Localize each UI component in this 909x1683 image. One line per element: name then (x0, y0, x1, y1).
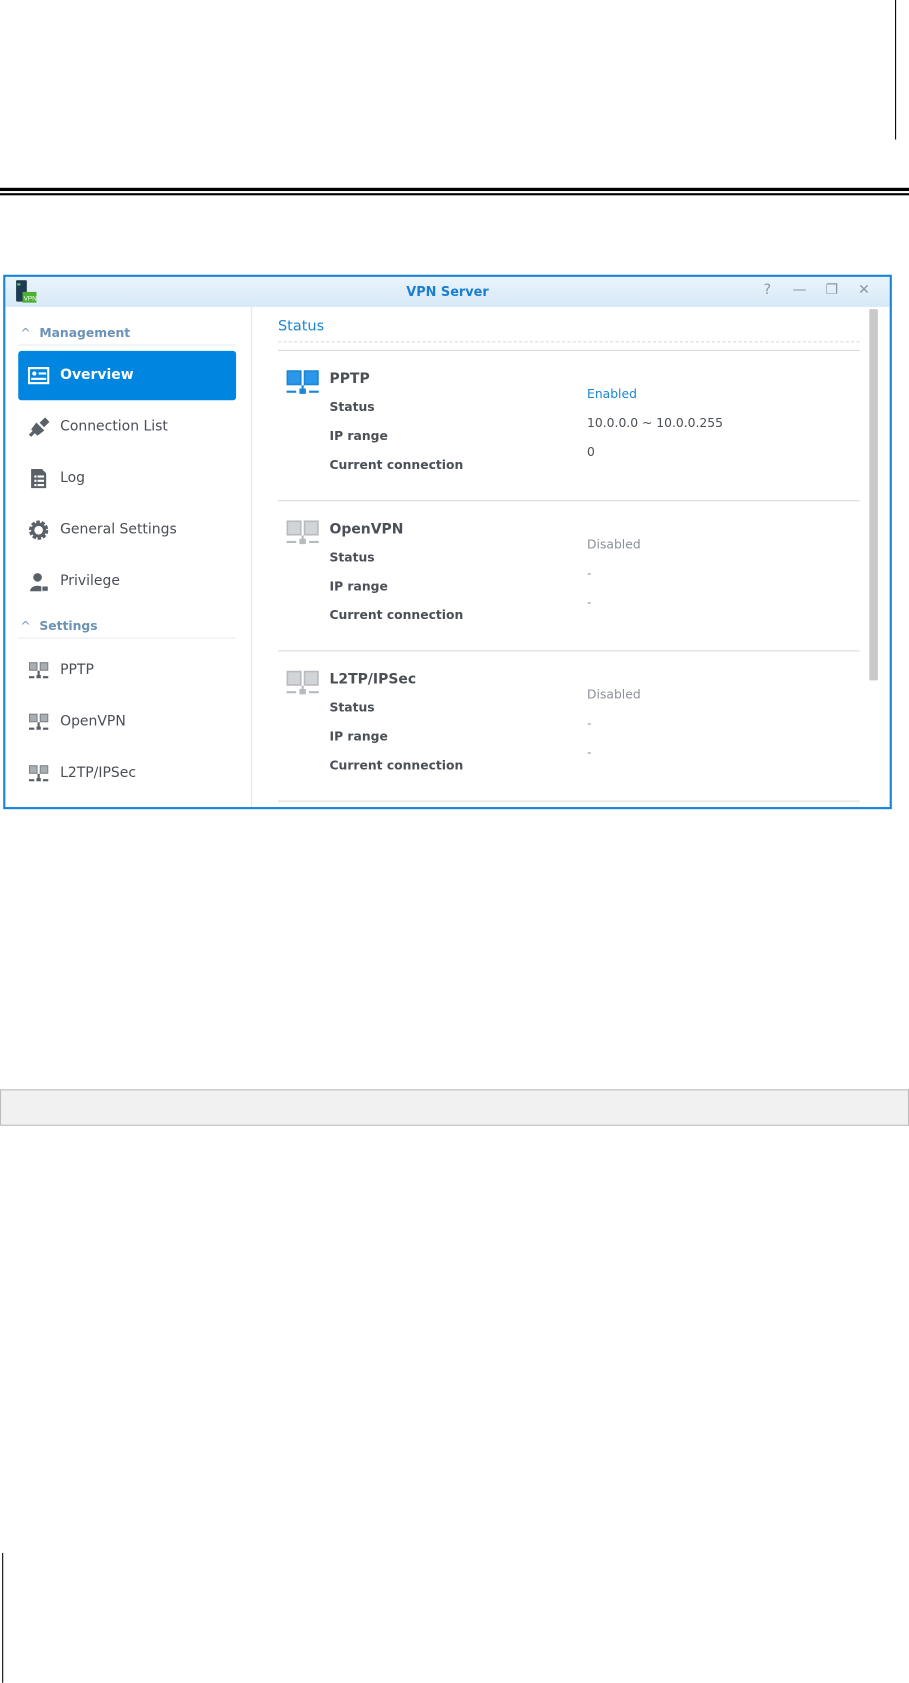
sidebar-item-label: General Settings (60, 521, 177, 538)
status-label: Status (329, 399, 375, 415)
current-connection-value: - (587, 594, 592, 610)
network-icon (286, 520, 319, 545)
chevron-up-icon: ^ (20, 325, 31, 341)
sidebar-item-general-settings[interactable]: General Settings (18, 505, 236, 554)
sidebar: ^ Management Overview Connection List Log… (5, 306, 253, 808)
divider (277, 341, 860, 343)
status-label: Status (329, 549, 375, 565)
divider (18, 344, 237, 346)
log-icon (31, 468, 47, 489)
ip-range-value: - (587, 715, 592, 731)
title-bar[interactable]: VPN VPN Server ? — ❐ ✕ (5, 276, 890, 307)
sidebar-item-label: Log (60, 470, 86, 487)
header-rule (0, 187, 909, 192)
gear-icon (28, 520, 49, 540)
network-icon (286, 670, 319, 695)
maximize-button[interactable]: ❐ (823, 282, 840, 298)
user-lock-icon (30, 573, 49, 592)
status-panel: Status PPTP Status IP range Current conn… (252, 307, 889, 807)
ip-range-label: IP range (329, 728, 388, 744)
sidebar-item-label: Connection List (60, 418, 168, 435)
sidebar-item-label: L2TP/IPSec (60, 765, 137, 782)
status-value: Disabled (587, 536, 641, 552)
sidebar-item-l2tp-ipsec[interactable]: L2TP/IPSec (18, 749, 236, 798)
current-connection-label: Current connection (329, 757, 464, 773)
section-management-header[interactable]: ^ Management (20, 325, 130, 340)
sidebar-item-privilege[interactable]: Privilege (18, 557, 236, 606)
ip-range-label: IP range (329, 428, 388, 444)
help-button[interactable]: ? (759, 282, 776, 298)
plug-icon (28, 417, 50, 437)
divider (277, 650, 860, 652)
section-label: Settings (39, 618, 98, 634)
divider (277, 500, 860, 502)
current-connection-value: - (587, 744, 592, 760)
status-value: Disabled (587, 686, 641, 702)
sidebar-item-label: PPTP (60, 662, 94, 679)
section-settings-header[interactable]: ^ Settings (20, 618, 97, 633)
current-connection-label: Current connection (329, 457, 464, 473)
sidebar-item-connection-list[interactable]: Connection List (18, 402, 236, 451)
sidebar-item-label: Overview (60, 367, 134, 384)
sidebar-item-label: OpenVPN (60, 713, 126, 730)
divider (277, 800, 860, 802)
sidebar-item-log[interactable]: Log (18, 454, 236, 503)
note-box (0, 1089, 909, 1126)
protocol-title: OpenVPN (329, 521, 404, 538)
network-icon (28, 765, 49, 782)
chevron-up-icon: ^ (20, 618, 31, 634)
ip-range-label: IP range (329, 578, 388, 594)
close-button[interactable]: ✕ (855, 282, 872, 298)
ip-range-value: 10.0.0.0 ~ 10.0.0.255 (587, 415, 724, 431)
overview-icon (27, 367, 50, 385)
margin-line (895, 0, 897, 140)
divider (277, 349, 860, 351)
margin-line (2, 1552, 4, 1683)
scrollbar[interactable] (869, 309, 878, 681)
protocol-title: PPTP (329, 371, 370, 388)
ip-range-value: - (587, 565, 592, 581)
sidebar-item-openvpn[interactable]: OpenVPN (18, 698, 236, 747)
network-icon (286, 370, 319, 394)
network-icon (28, 662, 49, 679)
status-heading: Status (277, 317, 325, 335)
window-title: VPN Server (406, 284, 489, 300)
status-label: Status (329, 699, 375, 715)
sidebar-item-pptp[interactable]: PPTP (18, 646, 236, 695)
current-connection-value: 0 (587, 444, 595, 460)
protocol-title: L2TP/IPSec (329, 671, 417, 688)
page: VPN VPN Server ? — ❐ ✕ ^ Management Overv… (0, 0, 909, 1683)
status-value: Enabled (587, 386, 637, 402)
divider (18, 637, 237, 639)
network-icon (28, 713, 49, 730)
sidebar-item-overview[interactable]: Overview (18, 350, 237, 401)
header-rule-thin (0, 193, 909, 196)
vpn-server-window: VPN VPN Server ? — ❐ ✕ ^ Management Overv… (3, 274, 892, 810)
section-label: Management (39, 325, 131, 341)
minimize-button[interactable]: — (791, 282, 808, 298)
sidebar-item-label: Privilege (60, 573, 120, 590)
current-connection-label: Current connection (329, 607, 464, 623)
